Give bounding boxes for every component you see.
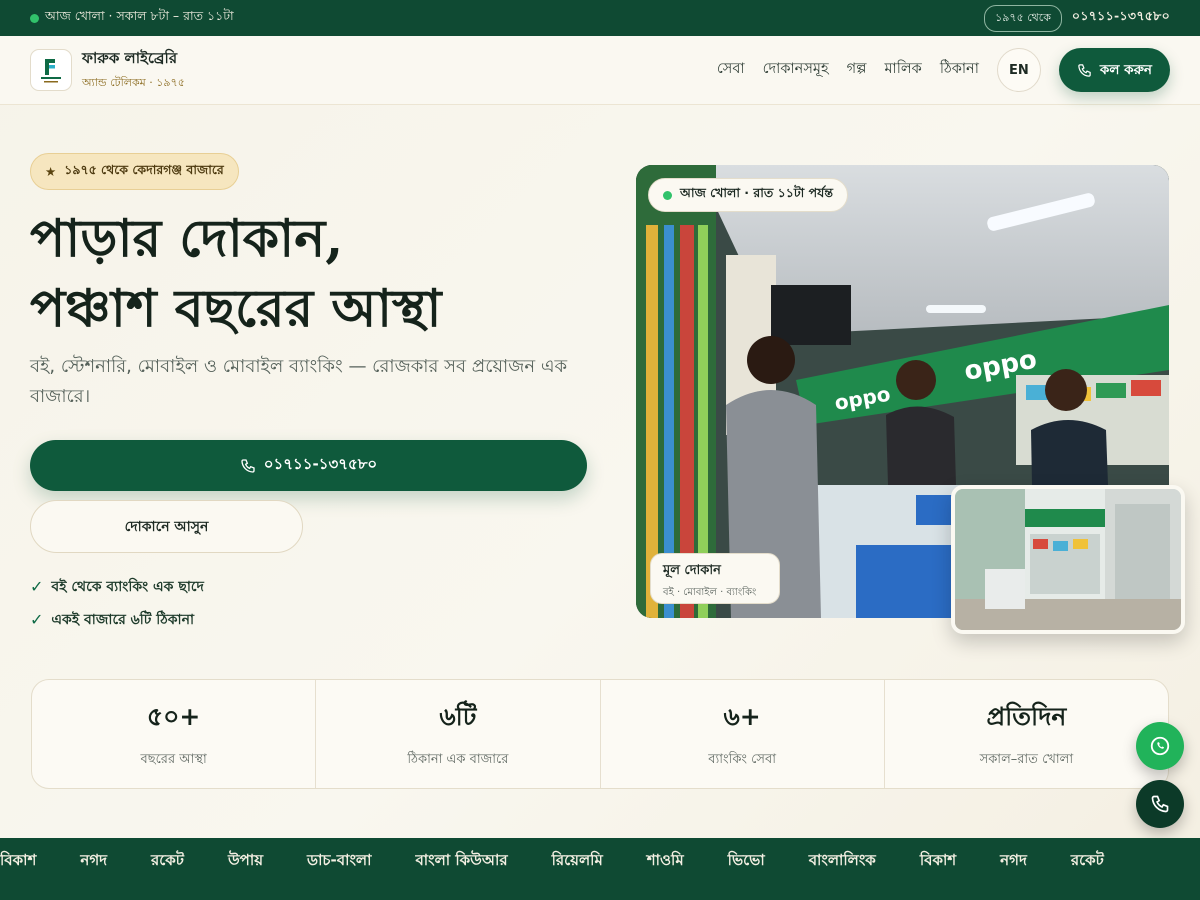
caption-subtitle: বই · মোবাইল · ব্যাংকিং <box>663 587 757 598</box>
site-header: ফারুক লাইব্রেরি অ্যান্ড টেলিকম · ১৯৭৫ সে… <box>0 36 1200 105</box>
ticker-item: ডাচ-বাংলা <box>307 851 372 869</box>
check-item: ✓ বই থেকে ব্যাংকিং এক ছাদে <box>30 570 204 603</box>
hero-call-button[interactable]: ০১৭১১-১৩৭৫৮০ <box>30 440 587 491</box>
language-toggle[interactable]: EN <box>996 48 1041 92</box>
stat-value: ৬টি <box>439 702 477 731</box>
brand-subtitle: অ্যান্ড টেলিকম · ১৯৭৫ <box>82 76 185 89</box>
header-call-label: কল করুন <box>1099 61 1152 78</box>
main-nav: সেবা দোকানসমূহ গল্প মালিক ঠিকানা EN কল ক… <box>717 48 1170 92</box>
stat-label: বছরের আস্থা <box>140 752 207 767</box>
stats-bar: ৫০+ বছরের আস্থা ৬টি ঠিকানা এক বাজারে ৬+ … <box>31 679 1169 789</box>
whatsapp-icon <box>1150 736 1170 756</box>
open-status: আজ খোলা · সকাল ৮টা – রাত ১১টা <box>30 8 234 28</box>
nav-story[interactable]: গল্প <box>847 58 867 82</box>
open-status-text: আজ খোলা · সকাল ৮টা – রাত ১১টা <box>45 8 234 23</box>
partner-ticker: বিকাশ নগদ রকেট উপায় ডাচ-বাংলা বাংলা কিউআর রিয… <box>0 838 1200 900</box>
since-badge: ১৯৭৫ থেকে <box>984 4 1062 32</box>
stat-item: ৬টি ঠিকানা এক বাজারে <box>316 680 601 788</box>
hero-title: পাড়ার দোকান, পঞ্চাশ বছরের আস্থা <box>30 204 590 344</box>
feature-checks: ✓ বই থেকে ব্যাংকিং এক ছাদে ✓ একই বাজারে … <box>30 570 204 636</box>
open-until-badge: আজ খোলা · রাত ১১টা পর্যন্ত <box>648 178 848 212</box>
nav-owner[interactable]: মালিক <box>884 58 921 82</box>
ticker-item: বিকাশ <box>919 851 957 869</box>
stat-label: সকাল–রাত খোলা <box>979 752 1074 767</box>
stat-value: ৬+ <box>723 702 761 731</box>
status-dot-icon <box>663 190 672 200</box>
stat-label: ঠিকানা এক বাজারে <box>407 752 509 767</box>
check-text: বই থেকে ব্যাংকিং এক ছাদে <box>51 578 204 595</box>
since-1975-badge: ★ ১৯৭৫ থেকে কেদারগঞ্জ বাজারে <box>30 153 239 190</box>
ticker-item: নগদ <box>80 851 108 869</box>
phone-icon <box>241 458 255 473</box>
checkmark-icon: ✓ <box>30 577 44 596</box>
top-bar: আজ খোলা · সকাল ৮টা – রাত ১১টা ১৯৭৫ থেকে … <box>0 0 1200 36</box>
ticker-item: বিকাশ <box>0 851 37 869</box>
logo-icon <box>30 49 72 91</box>
open-until-text: আজ খোলা · রাত ১১টা পর্যন্ত <box>680 185 833 200</box>
status-dot-icon <box>30 13 39 23</box>
ticker-item: বাংলালিংক <box>808 851 876 869</box>
header-call-button[interactable]: কল করুন <box>1058 48 1170 92</box>
stat-label: ব্যাংকিং সেবা <box>708 752 777 767</box>
ticker-item: রকেট <box>1070 851 1104 869</box>
ticker-item: ভিভো <box>727 851 765 869</box>
hero-title-line1: পাড়ার দোকান, <box>30 208 344 269</box>
ticker-row: বিকাশ নগদ রকেট উপায় ডাচ-বাংলা বাংলা কিউআর রিয… <box>0 849 1104 874</box>
floating-call-button[interactable] <box>1136 780 1184 828</box>
nav-services[interactable]: সেবা <box>717 58 745 82</box>
ticker-item: রিয়েলমি <box>551 851 603 869</box>
hero-description: বই, স্টেশনারি, মোবাইল ও মোবাইল ব্যাংকিং … <box>30 356 568 407</box>
ticker-item: উপায় <box>227 851 264 869</box>
phone-icon <box>1151 795 1169 813</box>
ticker-item: শাওমি <box>646 851 684 869</box>
brand[interactable]: ফারুক লাইব্রেরি অ্যান্ড টেলিকম · ১৯৭৫ <box>30 47 185 93</box>
brand-name: ফারুক লাইব্রেরি <box>82 49 178 67</box>
hero-title-line2: পঞ্চাশ বছরের আস্থা <box>30 278 442 339</box>
visit-shop-button[interactable]: দোকানে আসুন <box>30 500 303 553</box>
whatsapp-button[interactable] <box>1136 722 1184 770</box>
check-item: ✓ একই বাজারে ৬টি ঠিকানা <box>30 603 204 636</box>
star-icon: ★ <box>45 164 57 179</box>
checkmark-icon: ✓ <box>30 610 44 629</box>
badge-text: ১৯৭৫ থেকে কেদারগঞ্জ বাজারে <box>64 161 224 177</box>
stat-item: ৬+ ব্যাংকিং সেবা <box>601 680 885 788</box>
photo-caption: মূল দোকান বই · মোবাইল · ব্যাংকিং <box>650 553 780 604</box>
stat-item: ৫০+ বছরের আস্থা <box>32 680 317 788</box>
caption-title: মূল দোকান <box>663 563 721 578</box>
top-phone-link[interactable]: ০১৭১১-১৩৭৫৮০ <box>1072 8 1170 28</box>
inset-shop-photo <box>951 485 1185 634</box>
stat-value: ৫০+ <box>146 702 201 731</box>
check-text: একই বাজারে ৬টি ঠিকানা <box>51 611 195 628</box>
nav-address[interactable]: ঠিকানা <box>940 58 979 82</box>
phone-icon <box>1078 63 1091 77</box>
stat-value: প্রতিদিন <box>986 702 1067 731</box>
ticker-item: নগদ <box>1000 851 1027 869</box>
ticker-item: রকেট <box>151 851 184 869</box>
nav-shops[interactable]: দোকানসমূহ <box>763 58 829 82</box>
hero-call-label: ০১৭১১-১৩৭৫৮০ <box>263 455 378 473</box>
ticker-item: বাংলা কিউআর <box>415 851 508 869</box>
stat-item: প্রতিদিন সকাল–রাত খোলা <box>885 680 1168 788</box>
